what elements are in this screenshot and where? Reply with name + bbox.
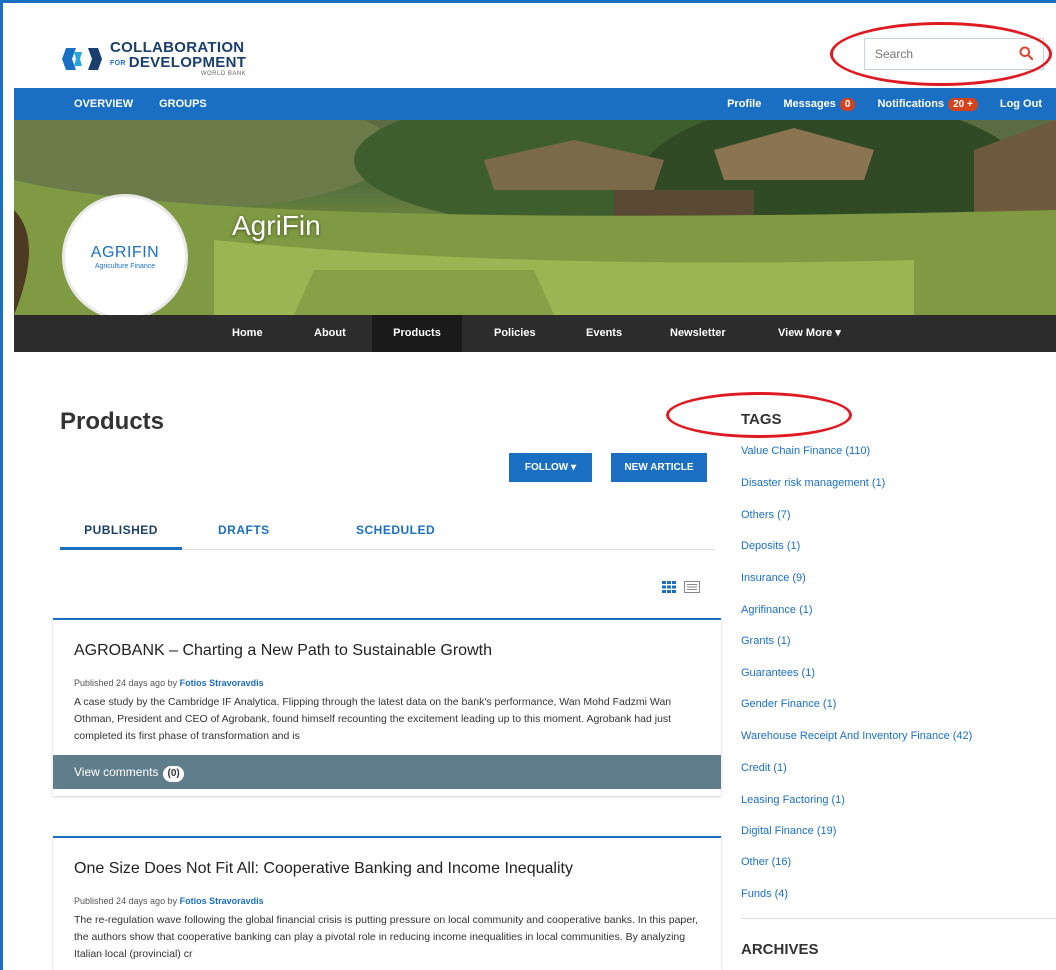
tag-link[interactable]: Insurance (9) [741, 572, 806, 584]
chevron-down-icon: ▾ [571, 462, 577, 473]
article-meta: Published 24 days ago by Fotios Stravora… [74, 678, 721, 688]
logo-title-line1: COLLABORATION [110, 39, 245, 56]
subnav-events[interactable]: Events [566, 315, 642, 352]
subnav-products[interactable]: Products [372, 315, 462, 352]
logo-for: FOR [110, 59, 126, 67]
page-title: Products [60, 408, 165, 435]
search-box [864, 38, 1044, 70]
chevron-down-icon: ▾ [835, 327, 841, 339]
logo-development: DEVELOPMENT [128, 54, 247, 71]
tag-link[interactable]: Credit (1) [741, 762, 787, 774]
article-title[interactable]: AGROBANK – Charting a New Path to Sustai… [74, 642, 721, 660]
follow-button[interactable]: FOLLOW ▾ [509, 453, 592, 482]
view-comments-bar[interactable]: View comments (0) [53, 755, 721, 789]
tab-published[interactable]: PUBLISHED [60, 520, 182, 550]
article-excerpt: The re-regulation wave following the glo… [74, 914, 698, 960]
grid-view-icon[interactable] [662, 580, 676, 598]
subnav-policies[interactable]: Policies [474, 315, 556, 352]
sidebar-divider [741, 918, 1056, 919]
archives-heading: ARCHIVES [741, 941, 819, 958]
top-navbar: OVERVIEW GROUPS Profile Messages 0 Notifi… [14, 88, 1056, 120]
nav-logout[interactable]: Log Out [1000, 98, 1042, 110]
subnav-home[interactable]: Home [212, 315, 283, 352]
article-author-link[interactable]: Fotios Stravoravdis [180, 896, 264, 906]
view-comments-label: View comments [74, 765, 159, 779]
subnav-about[interactable]: About [294, 315, 366, 352]
new-article-button[interactable]: NEW ARTICLE [611, 453, 707, 482]
subnav-view-more[interactable]: View More ▾ [758, 315, 861, 352]
nav-groups[interactable]: GROUPS [159, 98, 207, 110]
search-icon[interactable] [1019, 46, 1034, 63]
article-meta-prefix: Published 24 days ago by [74, 678, 178, 688]
tag-link[interactable]: Deposits (1) [741, 540, 800, 552]
tag-link[interactable]: Gender Finance (1) [741, 698, 836, 710]
article-card: AGROBANK – Charting a New Path to Sustai… [53, 618, 721, 796]
tab-scheduled[interactable]: SCHEDULED [356, 520, 435, 550]
group-title: AgriFin [232, 210, 321, 241]
tags-heading: TAGS [741, 411, 782, 428]
notifications-label: Notifications [877, 97, 945, 110]
tag-link[interactable]: Agrifinance (1) [741, 604, 813, 616]
nav-profile[interactable]: Profile [727, 98, 761, 110]
tag-link[interactable]: Value Chain Finance (110) [741, 445, 870, 457]
follow-label: FOLLOW [524, 462, 569, 473]
nav-overview[interactable]: OVERVIEW [74, 98, 133, 110]
nav-notifications[interactable]: Notifications 20 + [877, 97, 978, 111]
article-author-link[interactable]: Fotios Stravoravdis [180, 678, 264, 688]
view-toggle [662, 580, 700, 598]
messages-badge: 0 [839, 97, 856, 111]
tag-link[interactable]: Guarantees (1) [741, 667, 815, 679]
tab-drafts[interactable]: DRAFTS [218, 520, 270, 550]
tag-link[interactable]: Funds (4) [741, 888, 788, 900]
subnav-newsletter[interactable]: Newsletter [650, 315, 746, 352]
tag-link[interactable]: Digital Finance (19) [741, 825, 836, 837]
tag-link[interactable]: Other (16) [741, 856, 791, 868]
tag-link[interactable]: Warehouse Receipt And Inventory Finance … [741, 730, 972, 742]
tag-link[interactable]: Grants (1) [741, 635, 791, 647]
list-view-icon[interactable] [684, 580, 700, 598]
notifications-badge: 20 + [948, 97, 978, 111]
logo-title-line2: FOR DEVELOPMENT [110, 55, 246, 70]
messages-label: Messages [783, 97, 836, 110]
comments-count-badge: (0) [163, 766, 184, 782]
article-meta: Published 24 days ago by Fotios Stravora… [74, 896, 721, 906]
tag-link[interactable]: Others (7) [741, 509, 791, 521]
article-tabs: PUBLISHED DRAFTS SCHEDULED [60, 520, 715, 550]
article-title[interactable]: One Size Does Not Fit All: Cooperative B… [74, 860, 721, 878]
group-logo-name: AGRIFIN [90, 244, 160, 261]
logo-subtitle: WORLD BANK [200, 71, 247, 77]
site-logo[interactable]: COLLABORATION FOR DEVELOPMENT WORLD BANK [62, 40, 246, 77]
group-banner-image: AGRIFIN Agriculture Finance AgriFin [14, 120, 1056, 315]
article-meta-prefix: Published 24 days ago by [74, 896, 178, 906]
group-logo-subtitle: Agriculture Finance [94, 263, 156, 270]
article-excerpt: A case study by the Cambridge IF Analyti… [74, 696, 672, 742]
view-more-label: View More [778, 327, 833, 339]
nav-messages[interactable]: Messages 0 [783, 97, 856, 111]
search-input[interactable] [875, 47, 1005, 61]
tag-link[interactable]: Leasing Factoring (1) [741, 794, 845, 806]
group-logo: AGRIFIN Agriculture Finance [62, 194, 188, 315]
logo-mark-icon [62, 46, 102, 72]
group-subnav: Home About Products Policies Events News… [14, 315, 1056, 352]
tag-link[interactable]: Disaster risk management (1) [741, 477, 885, 489]
article-card: One Size Does Not Fit All: Cooperative B… [53, 836, 721, 970]
